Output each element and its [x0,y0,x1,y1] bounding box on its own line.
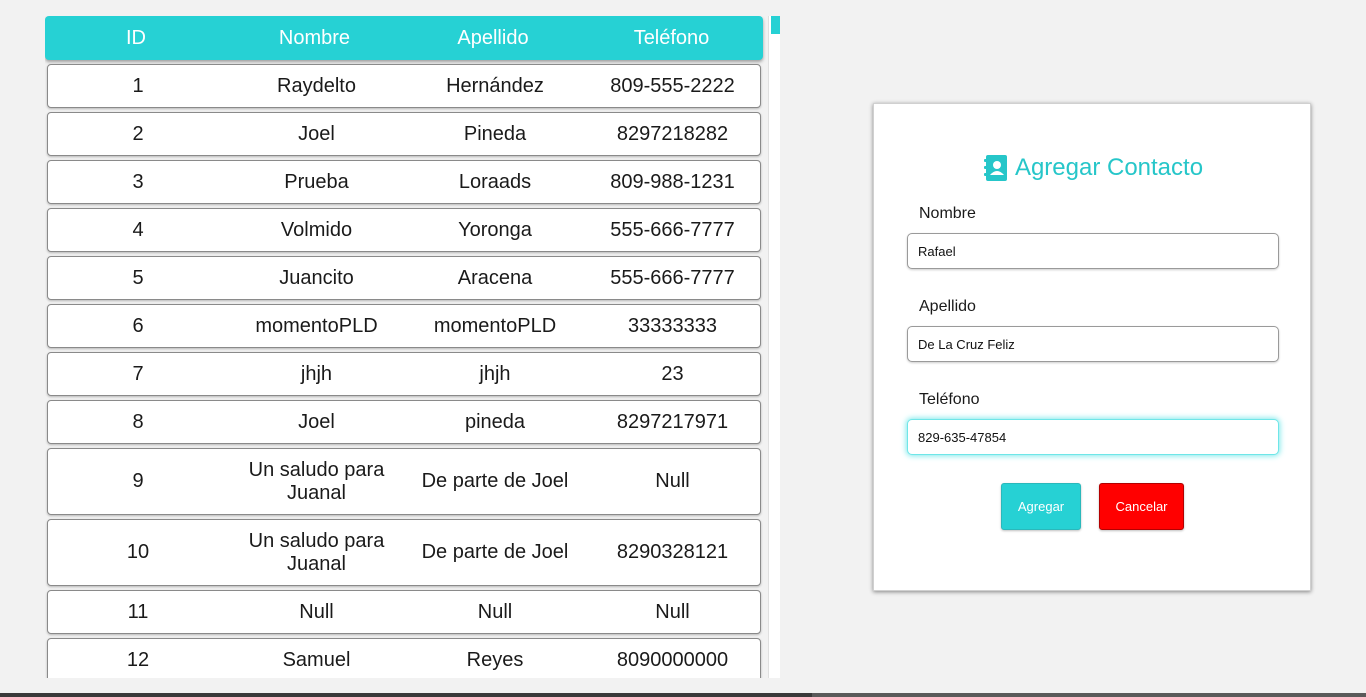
scrollbar-thumb[interactable] [771,16,780,34]
table-row[interactable]: 10 Un saludo para Juanal De parte de Joe… [47,519,761,586]
telefono-input[interactable] [907,419,1279,455]
cell-id: 5 [132,266,144,289]
cell-telefono: 555-666-7777 [610,266,735,289]
table-row[interactable]: 9 Un saludo para Juanal De parte de Joel… [47,448,761,515]
cell-apellido: De parte de Joel [421,470,569,492]
table-row[interactable]: 6 momentoPLD momentoPLD 33333333 [47,304,761,348]
cell-apellido: Yoronga [458,218,532,241]
header-telefono: Teléfono [633,26,710,49]
cell-telefono: 8090000000 [616,648,729,671]
cell-id: 11 [127,600,149,623]
apellido-input[interactable] [907,326,1279,362]
nombre-input[interactable] [907,233,1279,269]
cell-id: 8 [132,410,144,433]
address-book-icon [983,155,1007,181]
cell-id: 4 [132,218,144,241]
cell-apellido: Null [477,600,513,623]
table-row[interactable]: 5 Juancito Aracena 555-666-7777 [47,256,761,300]
cell-telefono: 33333333 [628,314,717,337]
cell-nombre: Joel [298,122,335,145]
cell-apellido: pineda [464,410,526,433]
cell-nombre: momentoPLD [255,314,378,337]
cell-nombre-line: Juanal [287,552,346,575]
cell-telefono: 809-988-1231 [610,170,735,193]
cell-telefono: 8290328121 [616,541,729,563]
telefono-label: Teléfono [919,391,980,408]
bottom-border-right [812,693,1366,697]
cell-apellido: jhjh [479,362,511,385]
cell-nombre: Un saludo para Juanal [228,459,405,505]
table-header: ID Nombre Apellido Teléfono [45,16,763,60]
table-row[interactable]: 11 Null Null Null [47,590,761,634]
cell-telefono: 8297218282 [616,122,729,145]
cell-id: 9 [132,470,144,492]
cell-nombre: Joel [298,410,335,433]
cancel-button[interactable]: Cancelar [1099,483,1184,530]
nombre-label: Nombre [919,205,976,222]
cell-telefono: Null [655,600,690,623]
table-row[interactable]: 1 Raydelto Hernández 809-555-2222 [47,64,761,108]
cell-apellido: Loraads [458,170,532,193]
contacts-table: ID Nombre Apellido Teléfono 1 Raydelto H… [45,16,780,678]
cell-id: 6 [132,314,144,337]
cell-nombre-line: Un saludo para [248,458,385,481]
cell-apellido: Hernández [446,74,544,97]
cell-apellido: De parte de Joel [421,541,569,563]
cell-telefono: 809-555-2222 [610,74,735,97]
cell-nombre: Un saludo para Juanal [228,530,405,576]
header-nombre: Nombre [278,26,351,49]
table-body: 1 Raydelto Hernández 809-555-2222 2 Joel… [47,64,763,678]
form-title: Agregar Contacto [874,154,1312,182]
table-row[interactable]: 3 Prueba Loraads 809-988-1231 [47,160,761,204]
cell-nombre-line: Juanal [287,481,346,504]
cell-nombre: Raydelto [277,74,356,97]
cell-nombre: jhjh [300,362,333,385]
cell-telefono: 555-666-7777 [610,218,735,241]
cell-apellido: Aracena [457,266,533,289]
cell-id: 1 [132,74,144,97]
add-button[interactable]: Agregar [1001,483,1081,530]
table-row[interactable]: 4 Volmido Yoronga 555-666-7777 [47,208,761,252]
cell-id: 7 [132,362,144,385]
table-row[interactable]: 2 Joel Pineda 8297218282 [47,112,761,156]
header-id: ID [126,26,146,49]
cell-nombre: Samuel [282,648,351,671]
cell-telefono: Null [655,470,690,492]
cell-nombre: Null [299,600,334,623]
cell-nombre: Juancito [279,266,354,289]
cell-telefono: 8297217971 [616,410,729,433]
cell-apellido: momentoPLD [433,314,557,337]
cell-nombre: Volmido [280,218,353,241]
cell-nombre: Prueba [284,170,349,193]
cell-apellido: Pineda [463,122,527,145]
cell-id: 2 [132,122,144,145]
cell-telefono: 23 [661,362,684,385]
add-contact-card: Agregar Contacto Nombre Apellido Teléfon… [873,103,1311,591]
cell-id: 10 [126,541,150,563]
cell-id: 12 [126,648,150,671]
form-title-text: Agregar Contacto [1014,154,1204,181]
apellido-label: Apellido [919,298,976,315]
table-row[interactable]: 8 Joel pineda 8297217971 [47,400,761,444]
cell-id: 3 [132,170,144,193]
table-scrollbar[interactable] [768,16,780,678]
table-row[interactable]: 7 jhjh jhjh 23 [47,352,761,396]
header-apellido: Apellido [457,26,529,49]
cell-apellido: Reyes [466,648,524,671]
table-row[interactable]: 12 Samuel Reyes 8090000000 [47,638,761,678]
cell-nombre-line: Un saludo para [248,529,385,552]
